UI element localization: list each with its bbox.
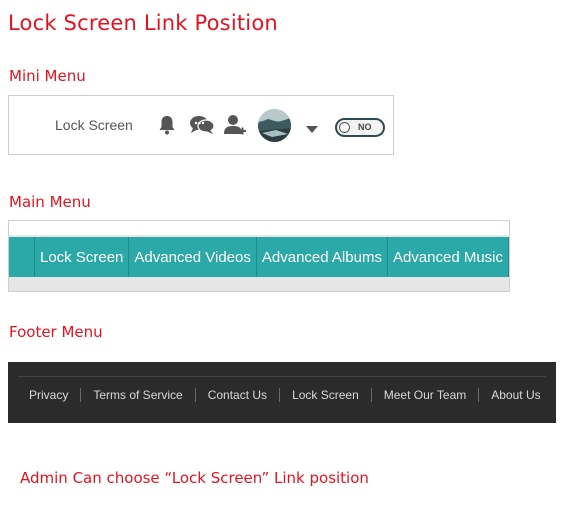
main-menu-heading: Main Menu bbox=[9, 193, 91, 211]
page-title: Lock Screen Link Position bbox=[8, 11, 278, 35]
footer-link-contact[interactable]: Contact Us bbox=[196, 388, 279, 402]
footer-link-lock-screen[interactable]: Lock Screen bbox=[280, 388, 371, 402]
avatar[interactable] bbox=[258, 109, 291, 142]
toggle-label: NO bbox=[358, 122, 372, 132]
footer-link-team[interactable]: Meet Our Team bbox=[372, 388, 478, 402]
admin-note: Admin Can choose “Lock Screen” Link posi… bbox=[20, 469, 369, 487]
footer-menu: Privacy Terms of Service Contact Us Lock… bbox=[8, 362, 556, 423]
mini-menu-heading: Mini Menu bbox=[9, 67, 86, 85]
toggle-knob bbox=[339, 122, 350, 133]
mini-lock-screen-link[interactable]: Lock Screen bbox=[55, 117, 133, 133]
chat-icon[interactable] bbox=[189, 115, 215, 140]
main-menu-item-lock-screen[interactable]: Lock Screen bbox=[35, 237, 130, 277]
main-menu-item-advanced-music[interactable]: Advanced Music bbox=[388, 237, 510, 277]
main-menu: Lock Screen Advanced Videos Advanced Alb… bbox=[8, 220, 510, 292]
add-friend-icon[interactable] bbox=[223, 113, 247, 142]
main-menu-top-strip bbox=[287, 221, 509, 235]
caret-down-icon[interactable] bbox=[306, 121, 318, 139]
footer-link-about[interactable]: About Us bbox=[479, 388, 552, 402]
footer-menu-heading: Footer Menu bbox=[9, 323, 103, 341]
main-menu-item-advanced-albums[interactable]: Advanced Albums bbox=[257, 237, 388, 277]
footer-links: Privacy Terms of Service Contact Us Lock… bbox=[17, 388, 553, 402]
main-menu-bar: Lock Screen Advanced Videos Advanced Alb… bbox=[9, 237, 510, 277]
footer-link-privacy[interactable]: Privacy bbox=[17, 388, 80, 402]
main-menu-item-advanced-videos[interactable]: Advanced Videos bbox=[129, 237, 257, 277]
footer-link-terms[interactable]: Terms of Service bbox=[81, 388, 194, 402]
footer-divider bbox=[18, 376, 546, 377]
main-menu-top-strip bbox=[9, 221, 287, 235]
main-menu-spacer bbox=[9, 237, 35, 277]
bell-icon[interactable] bbox=[158, 115, 176, 140]
mini-menu: Lock Screen NO bbox=[8, 95, 394, 155]
toggle-switch[interactable]: NO bbox=[335, 118, 385, 137]
